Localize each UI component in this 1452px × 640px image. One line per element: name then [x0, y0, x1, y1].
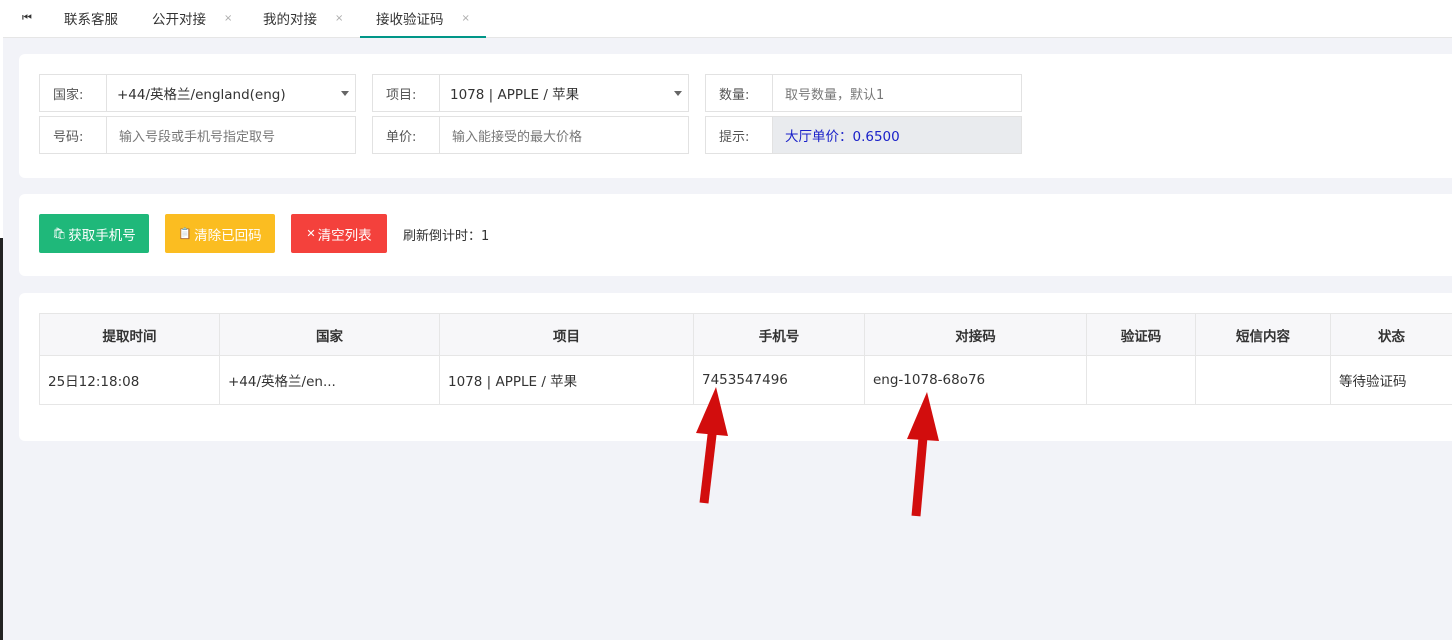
arrow-to-phone-number	[696, 387, 728, 504]
annotation-arrows	[696, 387, 939, 517]
arrow-to-integration-code	[907, 392, 939, 517]
